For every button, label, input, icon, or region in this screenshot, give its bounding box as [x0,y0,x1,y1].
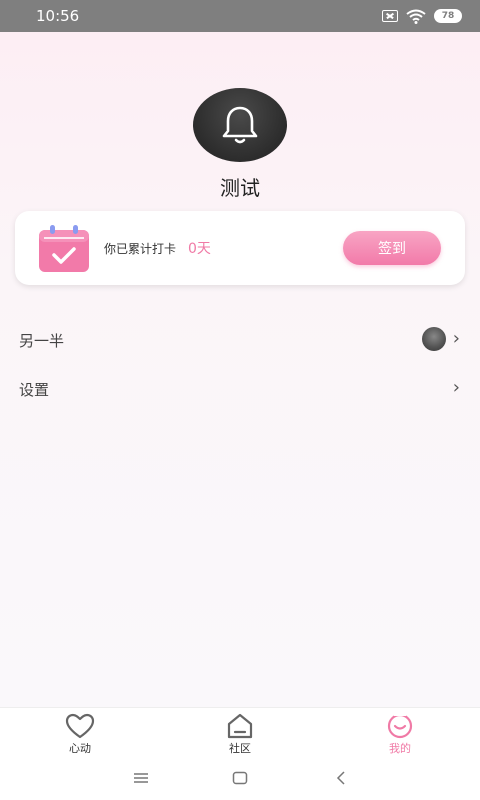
status-bar: 10:56 78 [0,0,480,32]
menu-icon [134,773,148,783]
profile-name: 测试 [220,176,260,200]
chevron-right-icon: › [452,328,460,349]
square-icon [232,771,248,785]
bottom-tab-bar: 心动 社区 我的 [0,707,480,758]
battery-icon: 78 [434,9,462,23]
menu-item-settings[interactable]: 设置 › [0,369,480,409]
menu-item-label: 另一半 [19,332,65,350]
checkin-text: 你已累计打卡 [104,242,177,256]
menu-nav-button[interactable] [126,767,156,789]
home-icon [227,713,253,739]
profile-avatar[interactable] [193,88,287,162]
calendar-check-icon [39,225,89,272]
partner-avatar [422,327,446,351]
chevron-right-icon: › [452,377,460,398]
menu-item-partner[interactable]: 另一半 › [0,320,480,360]
heart-icon [65,713,95,739]
tab-mine[interactable]: 我的 [320,708,480,758]
back-nav-button[interactable] [326,767,356,789]
status-time: 10:56 [36,7,80,25]
system-nav-bar [0,757,480,800]
bell-icon [222,106,258,144]
wifi-icon [406,9,426,24]
status-icons: 78 [382,8,462,24]
checkin-button[interactable]: 签到 [343,231,441,265]
tab-community[interactable]: 社区 [160,708,320,758]
smile-icon [387,712,413,739]
menu-item-label: 设置 [19,381,50,399]
tab-heartbeat[interactable]: 心动 [0,708,160,758]
tab-label: 社区 [229,742,251,755]
no-sim-icon [382,10,398,22]
tab-label: 我的 [389,742,411,755]
back-icon [336,771,345,785]
checkin-days: 0天 [188,241,211,257]
home-nav-button[interactable] [225,767,255,789]
tab-label: 心动 [69,742,91,755]
checkin-card: 你已累计打卡 0天 签到 [15,211,465,285]
